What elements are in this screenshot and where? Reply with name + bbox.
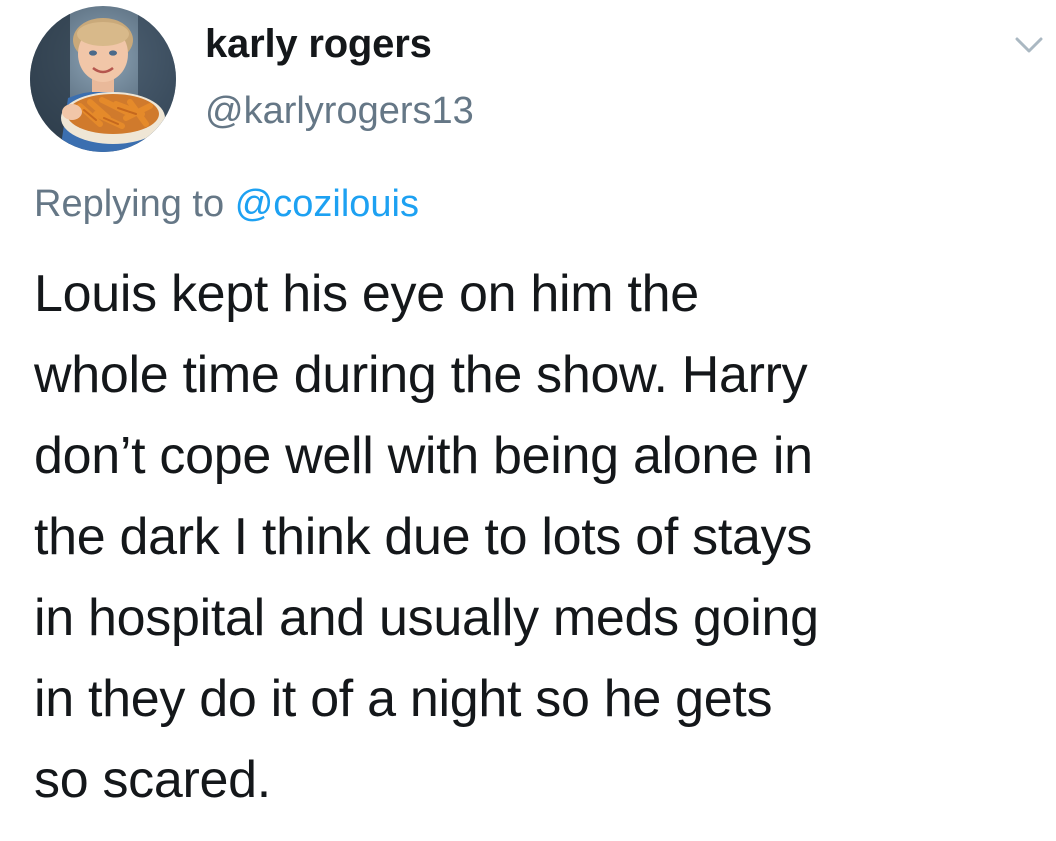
tweet-text-line: don’t cope well with being alone in: [34, 427, 813, 485]
tweet-text-line: in hospital and usually meds going: [34, 589, 819, 647]
tweet-text-line: the dark I think due to lots of stays: [34, 508, 812, 566]
reply-mention-link[interactable]: @cozilouis: [235, 183, 419, 225]
tweet-text-line: whole time during the show. Harry: [34, 346, 808, 404]
author-handle[interactable]: @karlyrogers13: [205, 88, 474, 134]
replying-to-label: Replying to: [34, 183, 225, 225]
replying-to-line: Replying to @cozilouis: [34, 180, 419, 228]
avatar[interactable]: [30, 6, 176, 152]
tweet-text-line: Louis kept his eye on him the: [34, 265, 699, 323]
tweet: karly rogers @karlyrogers13 Replying to …: [0, 0, 1056, 841]
author-display-name[interactable]: karly rogers: [205, 20, 432, 68]
chevron-down-icon[interactable]: [1012, 30, 1046, 60]
tweet-text-line: in they do it of a night so he gets: [34, 670, 773, 728]
tweet-text: Louis kept his eye on him the whole time…: [34, 254, 1044, 821]
avatar-image: [30, 6, 176, 152]
tweet-text-line: so scared.: [34, 751, 271, 809]
